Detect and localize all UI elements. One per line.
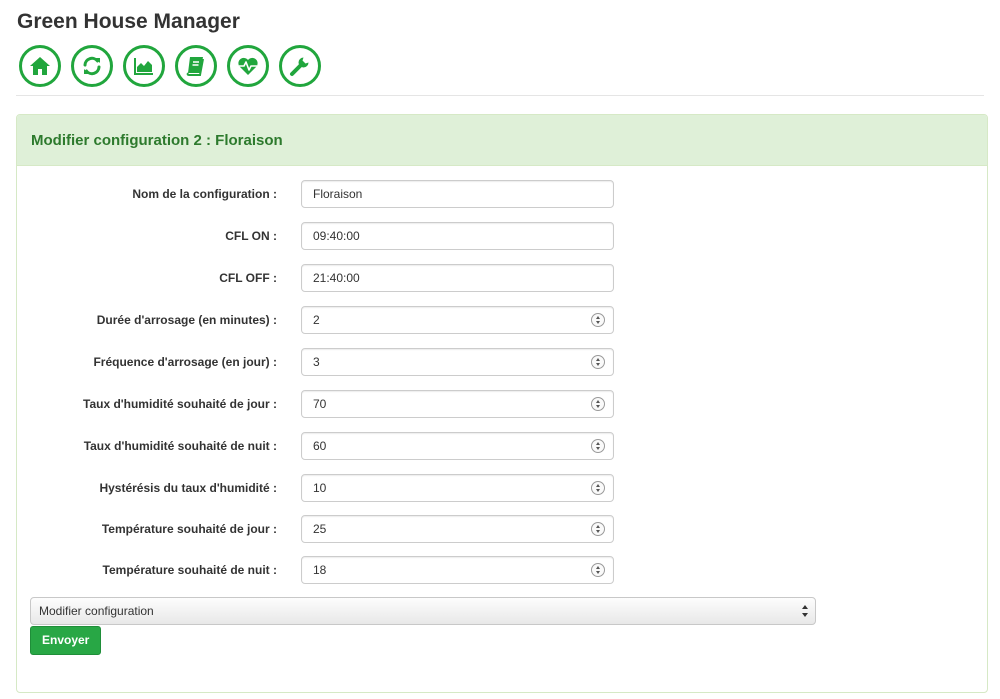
header-divider (16, 95, 984, 96)
health-button[interactable] (227, 45, 269, 87)
wrench-icon (290, 57, 309, 76)
home-button[interactable] (19, 45, 61, 87)
cfl-on-input[interactable]: 09:40:00 (301, 222, 614, 250)
humidity-night-label: Taux d'humidité souhaité de nuit : (83, 439, 277, 453)
humidity-night-input[interactable]: 60 (301, 432, 614, 460)
spinner-icon[interactable] (591, 355, 605, 369)
watering-frequency-label: Fréquence d'arrosage (en jour) : (93, 355, 277, 369)
cfl-off-input[interactable]: 21:40:00 (301, 264, 614, 292)
config-name-label: Nom de la configuration : (132, 187, 277, 201)
form-row-temperature-night: Température souhaité de nuit : 18 (17, 556, 987, 584)
spinner-icon[interactable] (591, 397, 605, 411)
home-icon (30, 57, 50, 75)
humidity-hysteresis-label: Hystérésis du taux d'humidité : (99, 481, 277, 495)
refresh-icon (83, 56, 101, 76)
temperature-night-label: Température souhaité de nuit : (102, 563, 277, 577)
form-row-humidity-hysteresis: Hystérésis du taux d'humidité : 10 (17, 474, 987, 502)
temperature-night-value: 18 (313, 563, 327, 577)
cfl-on-label: CFL ON : (225, 229, 277, 243)
submit-button[interactable]: Envoyer (30, 626, 102, 655)
temperature-day-input[interactable]: 25 (301, 515, 614, 543)
watering-duration-value: 2 (313, 313, 320, 327)
action-select[interactable]: Modifier configuration (30, 597, 816, 625)
spinner-icon[interactable] (591, 481, 605, 495)
form-row-watering-duration: Durée d'arrosage (en minutes) : 2 (17, 306, 987, 334)
chart-icon (134, 58, 153, 75)
humidity-night-value: 60 (313, 439, 327, 453)
action-select-value: Modifier configuration (39, 604, 154, 618)
form-row-config-name: Nom de la configuration : Floraison (17, 180, 987, 208)
app-title: Green House Manager (17, 10, 240, 33)
toolbar (19, 45, 321, 87)
watering-frequency-input[interactable]: 3 (301, 348, 614, 376)
panel-heading: Modifier configuration 2 : Floraison (17, 115, 987, 166)
temperature-night-input[interactable]: 18 (301, 556, 614, 584)
config-name-input[interactable]: Floraison (301, 180, 614, 208)
book-icon (186, 57, 204, 76)
panel-title: Modifier configuration 2 : Floraison (31, 131, 283, 149)
spinner-icon[interactable] (591, 439, 605, 453)
form-row-cfl-on: CFL ON : 09:40:00 (17, 222, 987, 250)
form-row-cfl-off: CFL OFF : 21:40:00 (17, 264, 987, 292)
chart-button[interactable] (123, 45, 165, 87)
form-row-temperature-day: Température souhaité de jour : 25 (17, 515, 987, 543)
heartbeat-icon (238, 57, 258, 75)
config-panel: Modifier configuration 2 : Floraison Nom… (16, 114, 988, 693)
temperature-day-label: Température souhaité de jour : (101, 522, 277, 536)
refresh-button[interactable] (71, 45, 113, 87)
select-arrows-icon (802, 605, 809, 617)
watering-duration-input[interactable]: 2 (301, 306, 614, 334)
spinner-icon[interactable] (591, 313, 605, 327)
humidity-day-input[interactable]: 70 (301, 390, 614, 418)
form-row-humidity-night: Taux d'humidité souhaité de nuit : 60 (17, 432, 987, 460)
watering-frequency-value: 3 (313, 355, 320, 369)
spinner-icon[interactable] (591, 563, 605, 577)
temperature-day-value: 25 (313, 522, 327, 536)
cfl-off-label: CFL OFF : (219, 271, 277, 285)
watering-duration-label: Durée d'arrosage (en minutes) : (96, 313, 277, 327)
humidity-day-label: Taux d'humidité souhaité de jour : (83, 397, 277, 411)
form-row-humidity-day: Taux d'humidité souhaité de jour : 70 (17, 390, 987, 418)
book-button[interactable] (175, 45, 217, 87)
humidity-hysteresis-value: 10 (313, 481, 327, 495)
humidity-hysteresis-input[interactable]: 10 (301, 474, 614, 502)
settings-button[interactable] (279, 45, 321, 87)
spinner-icon[interactable] (591, 522, 605, 536)
humidity-day-value: 70 (313, 397, 327, 411)
form-row-watering-frequency: Fréquence d'arrosage (en jour) : 3 (17, 348, 987, 376)
